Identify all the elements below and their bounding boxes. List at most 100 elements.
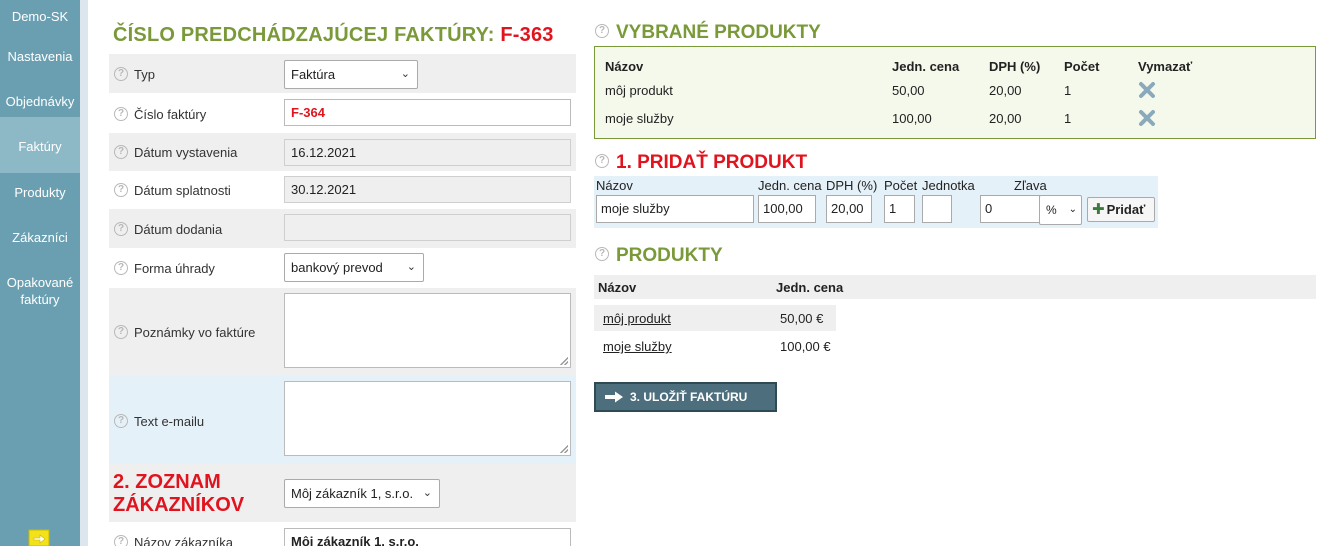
- help-icon[interactable]: ?: [114, 260, 128, 275]
- customer-name-input[interactable]: Môj zákazník 1, s.r.o.: [284, 528, 571, 546]
- due-date-input[interactable]: 30.12.2021: [284, 176, 571, 203]
- chevron-down-icon: ⌄: [406, 261, 416, 273]
- previous-invoice-label: ČÍSLO PREDCHÁDZAJÚCEJ FAKTÚRY:: [113, 24, 495, 46]
- invoice-notes-textarea[interactable]: [284, 293, 571, 368]
- add-unit-label: Jednotka: [922, 178, 975, 193]
- customer-list-title: 2. ZOZNAM ZÁKAZNÍKOV: [113, 471, 245, 516]
- save-invoice-button[interactable]: 3. ULOŽIŤ FAKTÚRU: [594, 382, 777, 412]
- help-icon[interactable]: ?: [595, 153, 609, 168]
- sidebar-item-nastavenia[interactable]: Nastavenia: [0, 48, 80, 66]
- due-date-label: Dátum splatnosti: [134, 183, 231, 198]
- type-select[interactable]: Faktúra ⌄: [284, 60, 418, 89]
- add-product-title-text: 1. PRIDAŤ PRODUKT: [616, 152, 808, 173]
- selected-row-vat: 20,00: [989, 111, 1022, 126]
- save-invoice-label: 3. ULOŽIŤ FAKTÚRU: [630, 390, 748, 404]
- chevron-down-icon: ⌄: [422, 487, 432, 499]
- col-header-vat: DPH (%): [989, 59, 1041, 74]
- resize-grip-icon[interactable]: [560, 357, 568, 365]
- selected-row-count: 1: [1064, 111, 1072, 126]
- arrow-right-icon: [605, 391, 623, 403]
- add-unit-input[interactable]: [922, 195, 952, 223]
- delete-x-icon[interactable]: [1138, 109, 1156, 127]
- issue-date-input[interactable]: 16.12.2021: [284, 139, 571, 166]
- customer-select[interactable]: Môj zákazník 1, s.r.o. ⌄: [284, 479, 440, 508]
- invoice-number-label: Číslo faktúry: [134, 107, 207, 122]
- sidebar-item-faktury[interactable]: Faktúry: [0, 117, 80, 173]
- payment-method-value: bankový prevod: [291, 260, 383, 275]
- product-row: moje služby 100,00 €: [594, 333, 836, 359]
- customer-name-label: Názov zákazníka: [134, 535, 233, 546]
- help-icon[interactable]: ?: [114, 413, 128, 428]
- help-icon[interactable]: ?: [595, 246, 609, 261]
- product-link[interactable]: môj produkt: [603, 311, 671, 326]
- selected-products-title-text: VYBRANÉ PRODUKTY: [616, 22, 821, 43]
- email-text-label: Text e-mailu: [134, 414, 205, 429]
- help-icon[interactable]: ?: [114, 324, 128, 339]
- help-icon[interactable]: ?: [114, 66, 128, 81]
- selected-row-price: 50,00: [892, 83, 925, 98]
- sidebar-divider: [80, 0, 88, 546]
- previous-invoice-title: ČÍSLO PREDCHÁDZAJÚCEJ FAKTÚRY: F-363: [113, 24, 554, 47]
- add-discount-input[interactable]: 0: [980, 195, 1040, 223]
- help-icon[interactable]: ?: [114, 182, 128, 197]
- product-link[interactable]: moje služby: [603, 339, 672, 354]
- export-icon[interactable]: [28, 529, 50, 546]
- delivery-date-label: Dátum dodania: [134, 222, 223, 237]
- help-icon[interactable]: ?: [595, 23, 609, 38]
- payment-method-select[interactable]: bankový prevod ⌄: [284, 253, 424, 282]
- previous-invoice-number: F-363: [500, 24, 554, 46]
- form-row-payment-method: ? Forma úhrady bankový prevod ⌄: [109, 248, 576, 288]
- plus-icon: ✚: [1092, 201, 1105, 218]
- selected-row-name: moje služby: [605, 111, 674, 126]
- chevron-down-icon: ⌄: [400, 68, 410, 80]
- product-price: 50,00 €: [780, 311, 824, 326]
- col-header-price: Jedn. cena: [892, 59, 960, 74]
- product-price: 100,00 €: [780, 339, 831, 354]
- col-header-delete: Vymazať: [1138, 59, 1193, 74]
- chevron-down-icon: ⌄: [1068, 204, 1077, 215]
- delete-x-icon[interactable]: [1138, 81, 1156, 99]
- selected-row-name: môj produkt: [605, 83, 673, 98]
- add-product-button[interactable]: ✚ Pridať: [1087, 197, 1155, 222]
- form-row-type: ? Typ Faktúra ⌄: [109, 54, 576, 93]
- help-icon[interactable]: ?: [114, 221, 128, 236]
- selected-row-count: 1: [1064, 83, 1072, 98]
- form-row-due-date: ? Dátum splatnosti 30.12.2021: [109, 171, 576, 209]
- add-count-input[interactable]: 1: [884, 195, 915, 223]
- form-row-invoice-notes: ? Poznámky vo faktúre: [109, 288, 576, 376]
- delivery-date-input[interactable]: [284, 214, 571, 241]
- sidebar-item-produkty[interactable]: Produkty: [0, 184, 80, 202]
- add-discount-label: Zľava: [1014, 178, 1047, 193]
- col-header-price: Jedn. cena: [776, 280, 844, 295]
- sidebar-item-objednavky[interactable]: Objednávky: [0, 93, 80, 111]
- invoice-number-input[interactable]: F-364: [284, 99, 571, 126]
- customer-select-value: Môj zákazník 1, s.r.o.: [291, 486, 414, 501]
- sidebar-item-demo-sk[interactable]: Demo-SK: [0, 8, 80, 26]
- sidebar-item-opakovane-faktury[interactable]: Opakované faktúry: [0, 274, 80, 310]
- discount-type-select[interactable]: % ⌄: [1039, 195, 1082, 225]
- sidebar: Demo-SK Nastavenia Objednávky Faktúry Pr…: [0, 0, 80, 546]
- add-product-panel: Názov Jedn. cena DPH (%) Počet Jednotka …: [594, 176, 1158, 228]
- help-icon[interactable]: ?: [114, 106, 128, 121]
- add-name-input[interactable]: moje služby: [596, 195, 754, 223]
- resize-grip-icon[interactable]: [560, 445, 568, 453]
- help-icon[interactable]: ?: [114, 534, 128, 546]
- add-vat-input[interactable]: 20,00: [826, 195, 872, 223]
- selected-products-title: ? VYBRANÉ PRODUKTY: [595, 22, 821, 44]
- col-header-name: Názov: [605, 59, 644, 74]
- add-product-button-label: Pridať: [1106, 202, 1146, 217]
- add-price-input[interactable]: 100,00: [758, 195, 816, 223]
- products-title: ? PRODUKTY: [595, 245, 723, 267]
- add-product-title: ? 1. PRIDAŤ PRODUKT: [595, 152, 807, 174]
- selected-products-table: Názov Jedn. cena DPH (%) Počet Vymazať m…: [594, 46, 1316, 139]
- type-label: Typ: [134, 67, 155, 82]
- invoice-notes-label: Poznámky vo faktúre: [134, 325, 256, 340]
- help-icon[interactable]: ?: [114, 144, 128, 159]
- form-row-customer-name: ? Názov zákazníka Môj zákazník 1, s.r.o.: [109, 522, 576, 546]
- email-text-textarea[interactable]: [284, 381, 571, 456]
- issue-date-label: Dátum vystavenia: [134, 145, 238, 160]
- selected-row-price: 100,00: [892, 111, 932, 126]
- product-row: môj produkt 50,00 €: [594, 305, 836, 331]
- form-row-invoice-number: ? Číslo faktúry F-364: [109, 93, 576, 133]
- sidebar-item-zakaznici[interactable]: Zákazníci: [0, 229, 80, 247]
